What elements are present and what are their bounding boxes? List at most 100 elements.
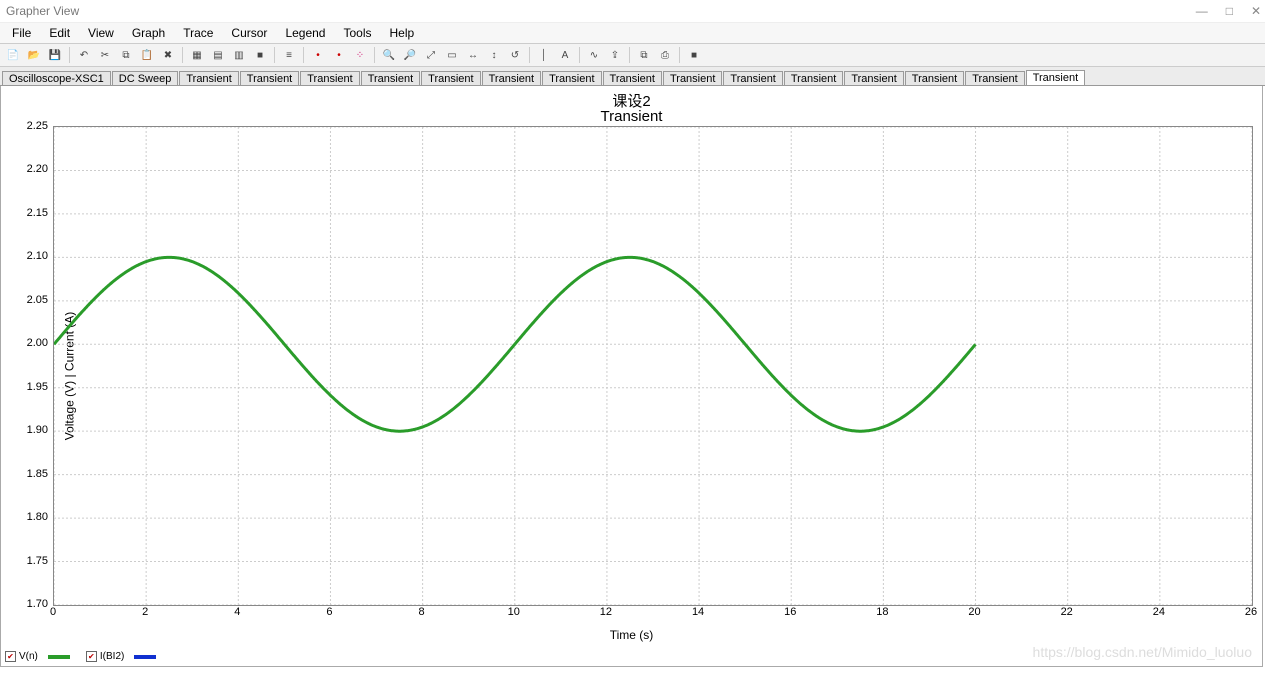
tab-8[interactable]: Transient bbox=[542, 71, 601, 86]
marker-multi-icon[interactable]: ⁘ bbox=[351, 46, 369, 64]
zoom-out-icon[interactable]: 🔎 bbox=[401, 46, 419, 64]
xtick-label: 20 bbox=[968, 606, 980, 618]
ytick-label: 2.20 bbox=[8, 163, 48, 175]
toolbar-separator bbox=[374, 47, 375, 63]
zoom-window-icon[interactable]: ▭ bbox=[443, 46, 461, 64]
x-axis-label: Time (s) bbox=[1, 628, 1262, 642]
ytick-label: 1.75 bbox=[8, 555, 48, 567]
marker-red2-icon[interactable]: • bbox=[330, 46, 348, 64]
text-icon[interactable]: A bbox=[556, 46, 574, 64]
menubar: File Edit View Graph Trace Cursor Legend… bbox=[0, 23, 1265, 44]
toolbar-separator bbox=[679, 47, 680, 63]
menu-tools[interactable]: Tools bbox=[335, 24, 379, 42]
copy-img-icon[interactable]: ⧉ bbox=[635, 46, 653, 64]
undo-icon[interactable]: ↶ bbox=[75, 46, 93, 64]
menu-file[interactable]: File bbox=[4, 24, 39, 42]
zoom-y-icon[interactable]: ↕ bbox=[485, 46, 503, 64]
window-titlebar: Grapher View — □ ✕ bbox=[0, 0, 1265, 23]
panel-icon[interactable]: ▥ bbox=[230, 46, 248, 64]
tab-2[interactable]: Transient bbox=[179, 71, 238, 86]
ytick-label: 1.90 bbox=[8, 424, 48, 436]
ytick-label: 1.80 bbox=[8, 511, 48, 523]
ytick-label: 2.00 bbox=[8, 337, 48, 349]
tab-strip: Oscilloscope-XSC1DC SweepTransientTransi… bbox=[0, 67, 1265, 86]
legend-item-I(BI2)[interactable]: ✔I(BI2) bbox=[86, 651, 156, 662]
toolbar-separator bbox=[529, 47, 530, 63]
plot-subtitle: Transient bbox=[1, 108, 1262, 125]
zoom-fit-icon[interactable]: ⤢ bbox=[422, 46, 440, 64]
tab-9[interactable]: Transient bbox=[603, 71, 662, 86]
copy-icon[interactable]: ⧉ bbox=[117, 46, 135, 64]
paste-icon[interactable]: 📋 bbox=[138, 46, 156, 64]
black-bg-icon[interactable]: ■ bbox=[251, 46, 269, 64]
menu-graph[interactable]: Graph bbox=[124, 24, 173, 42]
cut-icon[interactable]: ✂ bbox=[96, 46, 114, 64]
cursor-icon[interactable]: │ bbox=[535, 46, 553, 64]
zoom-x-icon[interactable]: ↔ bbox=[464, 46, 482, 64]
legend-swatch bbox=[48, 655, 70, 659]
menu-edit[interactable]: Edit bbox=[41, 24, 78, 42]
legend-checkbox[interactable]: ✔ bbox=[86, 651, 97, 662]
marker-red-icon[interactable]: • bbox=[309, 46, 327, 64]
close-button[interactable]: ✕ bbox=[1251, 4, 1261, 18]
watermark: https://blog.csdn.net/Mimido_luoluo bbox=[1033, 644, 1252, 660]
grid-icon[interactable]: ▦ bbox=[188, 46, 206, 64]
tab-6[interactable]: Transient bbox=[421, 71, 480, 86]
plot-panel: 课设2 Transient Voltage (V) | Current (A) … bbox=[0, 86, 1263, 667]
measure-icon[interactable]: ∿ bbox=[585, 46, 603, 64]
toolbar-separator bbox=[579, 47, 580, 63]
tab-12[interactable]: Transient bbox=[784, 71, 843, 86]
menu-cursor[interactable]: Cursor bbox=[223, 24, 275, 42]
axes-icon[interactable]: ▤ bbox=[209, 46, 227, 64]
minimize-button[interactable]: — bbox=[1196, 4, 1208, 18]
new-icon[interactable]: 📄 bbox=[4, 46, 22, 64]
menu-help[interactable]: Help bbox=[382, 24, 423, 42]
legend-label: I(BI2) bbox=[100, 651, 124, 662]
tab-15[interactable]: Transient bbox=[965, 71, 1024, 86]
legend-icon[interactable]: ≡ bbox=[280, 46, 298, 64]
tab-7[interactable]: Transient bbox=[482, 71, 541, 86]
legend-checkbox[interactable]: ✔ bbox=[5, 651, 16, 662]
maximize-button[interactable]: □ bbox=[1226, 4, 1233, 18]
legend: ✔V(n)✔I(BI2) bbox=[5, 651, 156, 662]
print-icon[interactable]: ⎙ bbox=[656, 46, 674, 64]
tab-14[interactable]: Transient bbox=[905, 71, 964, 86]
xtick-label: 24 bbox=[1153, 606, 1165, 618]
stop-icon[interactable]: ■ bbox=[685, 46, 703, 64]
ytick-label: 2.10 bbox=[8, 250, 48, 262]
tab-11[interactable]: Transient bbox=[723, 71, 782, 86]
xtick-label: 18 bbox=[876, 606, 888, 618]
menu-view[interactable]: View bbox=[80, 24, 122, 42]
tab-0[interactable]: Oscilloscope-XSC1 bbox=[2, 71, 111, 86]
tab-1[interactable]: DC Sweep bbox=[112, 71, 179, 86]
ytick-label: 1.85 bbox=[8, 468, 48, 480]
toolbar-separator bbox=[629, 47, 630, 63]
xtick-label: 4 bbox=[234, 606, 240, 618]
tab-16[interactable]: Transient bbox=[1026, 70, 1085, 86]
tab-5[interactable]: Transient bbox=[361, 71, 420, 86]
zoom-prev-icon[interactable]: ↺ bbox=[506, 46, 524, 64]
xtick-label: 14 bbox=[692, 606, 704, 618]
export-icon[interactable]: ⇪ bbox=[606, 46, 624, 64]
tab-10[interactable]: Transient bbox=[663, 71, 722, 86]
tab-4[interactable]: Transient bbox=[300, 71, 359, 86]
delete-icon[interactable]: ✖ bbox=[159, 46, 177, 64]
legend-swatch bbox=[134, 655, 156, 659]
xtick-label: 8 bbox=[419, 606, 425, 618]
ytick-label: 2.15 bbox=[8, 207, 48, 219]
open-icon[interactable]: 📂 bbox=[25, 46, 43, 64]
legend-label: V(n) bbox=[19, 651, 38, 662]
tab-3[interactable]: Transient bbox=[240, 71, 299, 86]
ytick-label: 2.25 bbox=[8, 120, 48, 132]
legend-item-V(n)[interactable]: ✔V(n) bbox=[5, 651, 70, 662]
xtick-label: 10 bbox=[508, 606, 520, 618]
save-icon[interactable]: 💾 bbox=[46, 46, 64, 64]
menu-trace[interactable]: Trace bbox=[175, 24, 221, 42]
menu-legend[interactable]: Legend bbox=[277, 24, 333, 42]
toolbar-separator bbox=[182, 47, 183, 63]
chart-area[interactable] bbox=[53, 126, 1253, 606]
zoom-in-icon[interactable]: 🔍 bbox=[380, 46, 398, 64]
xtick-label: 2 bbox=[142, 606, 148, 618]
tab-13[interactable]: Transient bbox=[844, 71, 903, 86]
toolbar-separator bbox=[303, 47, 304, 63]
